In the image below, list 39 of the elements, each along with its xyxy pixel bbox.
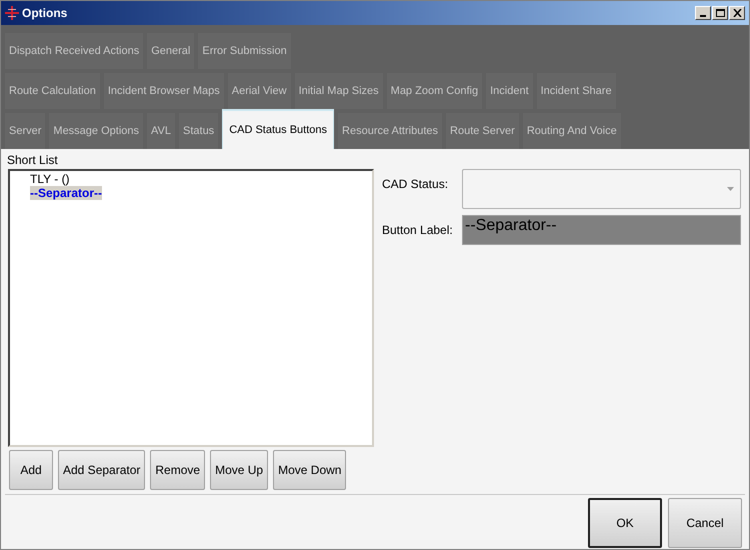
list-action-button[interactable]: Remove bbox=[150, 450, 206, 490]
close-icon bbox=[732, 9, 742, 17]
minimize-button[interactable] bbox=[695, 6, 711, 20]
list-action-button[interactable]: Add Separator bbox=[58, 450, 146, 490]
tab[interactable]: Server bbox=[5, 113, 46, 149]
list-action-button[interactable]: Move Up bbox=[210, 450, 268, 490]
tab[interactable]: Incident Browser Maps bbox=[104, 73, 224, 109]
tab[interactable]: Error Submission bbox=[198, 33, 291, 69]
maximize-button[interactable] bbox=[712, 6, 728, 20]
button-label-label: Button Label: bbox=[382, 222, 454, 239]
tab[interactable]: Initial Map Sizes bbox=[294, 73, 383, 109]
list-item[interactable]: --Separator-- bbox=[30, 186, 102, 200]
list-action-button[interactable]: Move Down bbox=[273, 450, 346, 490]
tab[interactable]: Resource Attributes bbox=[338, 113, 442, 149]
list-item[interactable]: TLY - () bbox=[30, 172, 70, 186]
short-list-label: Short List bbox=[7, 152, 59, 169]
dropdown-caret-icon bbox=[727, 187, 734, 191]
tab[interactable]: General bbox=[147, 33, 194, 69]
tab[interactable]: Map Zoom Config bbox=[386, 73, 482, 109]
close-button[interactable] bbox=[729, 6, 745, 20]
tab[interactable]: Dispatch Received Actions bbox=[5, 33, 144, 69]
tab[interactable]: Aerial View bbox=[228, 73, 291, 109]
tab[interactable]: Incident Share bbox=[536, 73, 616, 109]
tab[interactable]: Route Calculation bbox=[5, 73, 100, 109]
button-label-field[interactable]: --Separator-- bbox=[462, 215, 741, 245]
tab[interactable]: Message Options bbox=[49, 113, 144, 149]
tab[interactable]: Route Server bbox=[446, 113, 519, 149]
tab[interactable]: Routing And Voice bbox=[522, 113, 621, 149]
tab[interactable]: AVL bbox=[147, 113, 175, 149]
maximize-icon bbox=[716, 9, 724, 17]
tab[interactable]: CAD Status Buttons bbox=[222, 109, 334, 149]
tab[interactable]: Status bbox=[179, 113, 218, 149]
tab[interactable]: Incident bbox=[486, 73, 533, 109]
list-action-button[interactable]: Add bbox=[9, 450, 53, 490]
dialog-button[interactable]: Cancel bbox=[668, 498, 742, 548]
window-title: Options bbox=[22, 5, 68, 22]
cad-status-label: CAD Status: bbox=[382, 176, 450, 193]
app-logo-icon bbox=[5, 6, 19, 20]
dialog-button[interactable]: OK bbox=[588, 498, 662, 548]
